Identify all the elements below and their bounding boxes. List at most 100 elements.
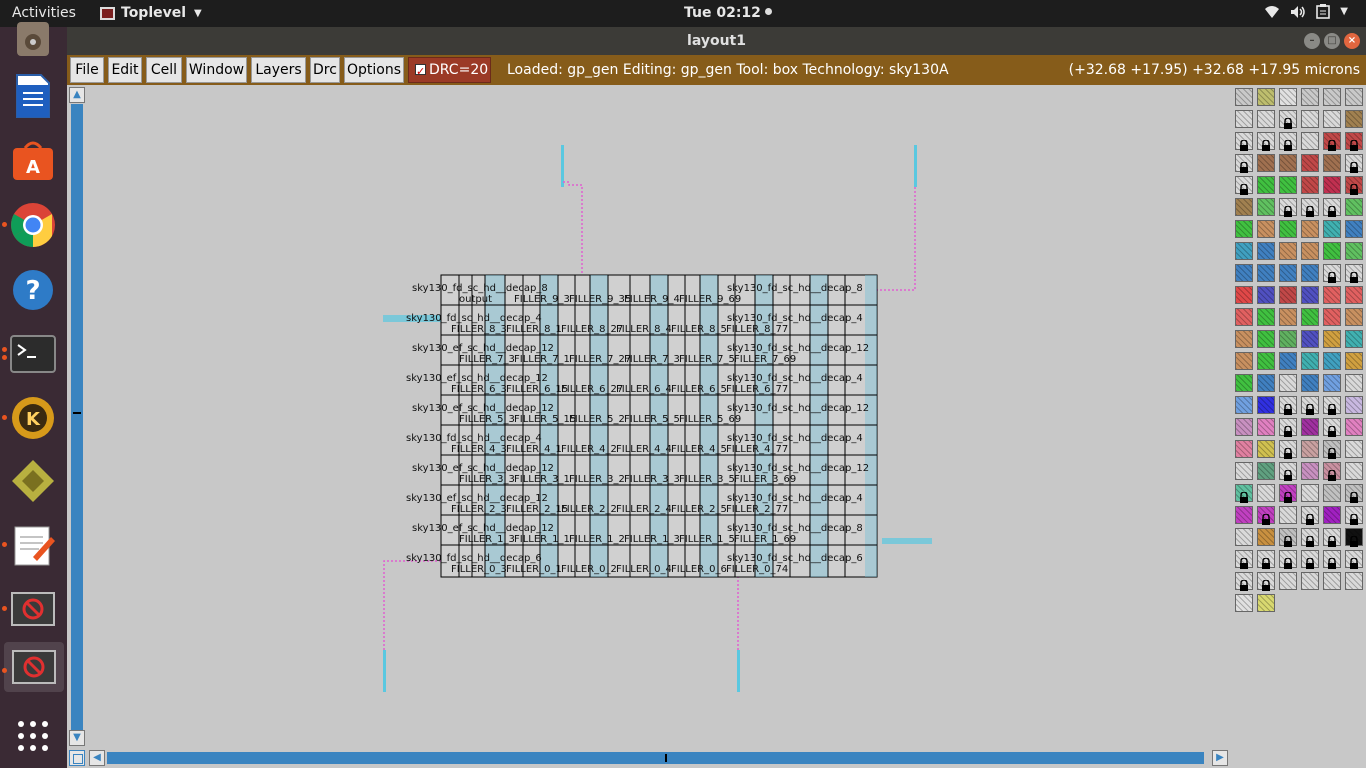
layer-swatch[interactable] [1301,352,1319,370]
scroll-down-button[interactable]: ▼ [69,730,85,746]
layer-swatch[interactable] [1301,220,1319,238]
layer-swatch[interactable] [1345,418,1363,436]
layer-swatch[interactable] [1257,308,1275,326]
close-button[interactable]: × [1344,33,1360,49]
menu-edit[interactable]: Edit [108,57,142,83]
layer-swatch[interactable] [1323,88,1341,106]
scroll-right-button[interactable]: ▶ [1212,750,1228,766]
layer-swatch[interactable] [1257,396,1275,414]
layer-swatch[interactable] [1257,506,1275,525]
layer-swatch[interactable] [1345,374,1363,392]
layer-swatch[interactable] [1235,110,1253,128]
layer-swatch[interactable] [1301,176,1319,194]
layer-swatch[interactable] [1323,308,1341,326]
layer-swatch[interactable] [1279,396,1297,415]
layer-swatch[interactable] [1301,440,1319,458]
layer-swatch[interactable] [1323,198,1341,217]
horizontal-scrollbar[interactable]: ◀ ▶ [87,748,1231,768]
layer-swatch[interactable] [1301,308,1319,326]
window-titlebar[interactable]: layout1 – □ × [67,27,1366,55]
layer-swatch[interactable] [1235,506,1253,524]
layer-swatch[interactable] [1345,110,1363,128]
menu-layers[interactable]: Layers [251,57,306,83]
layer-swatch[interactable] [1323,440,1341,459]
layer-swatch[interactable] [1279,198,1297,217]
layer-swatch[interactable] [1323,220,1341,238]
layer-swatch[interactable] [1323,132,1341,151]
menu-file[interactable]: File [70,57,104,83]
layer-swatch[interactable] [1279,440,1297,459]
layer-swatch[interactable] [1235,330,1253,348]
vertical-scroll-thumb[interactable] [73,412,81,414]
layer-swatch[interactable] [1301,242,1319,260]
layer-swatch[interactable] [1235,220,1253,238]
layer-swatch[interactable] [1345,264,1363,283]
layer-swatch[interactable] [1345,528,1363,547]
layer-swatch[interactable] [1345,242,1363,260]
menu-options[interactable]: Options [344,57,404,83]
horizontal-scroll-track[interactable] [107,752,1204,764]
layer-swatch[interactable] [1323,506,1341,524]
layer-swatch[interactable] [1345,352,1363,370]
layer-swatch[interactable] [1235,594,1253,612]
layer-swatch[interactable] [1279,418,1297,437]
layer-swatch[interactable] [1345,462,1363,480]
layer-swatch[interactable] [1301,132,1319,150]
zoom-box-button[interactable] [69,750,85,766]
layer-swatch[interactable] [1345,154,1363,173]
layer-swatch[interactable] [1323,330,1341,348]
layer-swatch[interactable] [1323,528,1341,547]
dock-item-help[interactable]: ? [8,265,58,315]
vertical-scrollbar[interactable]: ▲ ▼ [67,85,87,748]
layer-swatch[interactable] [1323,572,1341,590]
layer-swatch[interactable] [1279,176,1297,194]
layer-swatch[interactable] [1323,374,1341,392]
layer-swatch[interactable] [1279,374,1297,392]
layer-swatch[interactable] [1323,396,1341,415]
dock-item-klayout[interactable]: K [2,393,58,443]
layer-swatch[interactable] [1257,110,1275,128]
scroll-left-button[interactable]: ◀ [89,750,105,766]
layer-swatch[interactable] [1345,286,1363,304]
layer-swatch[interactable] [1279,220,1297,238]
layer-swatch[interactable] [1279,110,1297,129]
menu-window[interactable]: Window [186,57,247,83]
layer-swatch[interactable] [1301,506,1319,525]
layer-swatch[interactable] [1301,396,1319,415]
layer-swatch[interactable] [1301,418,1319,436]
dock-item-document-viewer[interactable] [8,71,58,121]
layer-swatch[interactable] [1323,462,1341,481]
layer-swatch[interactable] [1301,286,1319,304]
layer-swatch[interactable] [1257,418,1275,436]
dock-item-software-center[interactable]: A [8,135,58,185]
layer-swatch[interactable] [1235,132,1253,151]
layer-swatch[interactable] [1235,572,1253,591]
layer-swatch[interactable] [1345,132,1363,151]
layer-swatch[interactable] [1235,176,1253,195]
layer-swatch[interactable] [1345,308,1363,326]
dock-item-blocked-app-1[interactable] [2,584,58,634]
layer-swatch[interactable] [1257,374,1275,392]
layer-swatch[interactable] [1323,484,1341,502]
layer-swatch[interactable] [1279,154,1297,172]
layer-swatch[interactable] [1323,154,1341,172]
layer-swatch[interactable] [1345,176,1363,195]
layer-swatch[interactable] [1235,374,1253,392]
layer-swatch[interactable] [1301,198,1319,217]
layer-swatch[interactable] [1257,154,1275,172]
layer-swatch[interactable] [1279,242,1297,260]
layer-swatch[interactable] [1323,352,1341,370]
menu-drc[interactable]: Drc [310,57,340,83]
layer-swatch[interactable] [1257,132,1275,151]
layer-swatch[interactable] [1301,528,1319,547]
layer-swatch[interactable] [1279,308,1297,326]
layer-swatch[interactable] [1279,264,1297,282]
layer-swatch[interactable] [1235,242,1253,260]
layer-swatch[interactable] [1345,550,1363,569]
layer-swatch[interactable] [1235,396,1253,414]
layer-swatch[interactable] [1235,352,1253,370]
dock-item-blocked-app-2[interactable] [2,642,64,692]
layer-swatch[interactable] [1301,374,1319,392]
layer-swatch[interactable] [1235,286,1253,304]
layer-swatch[interactable] [1235,418,1253,436]
